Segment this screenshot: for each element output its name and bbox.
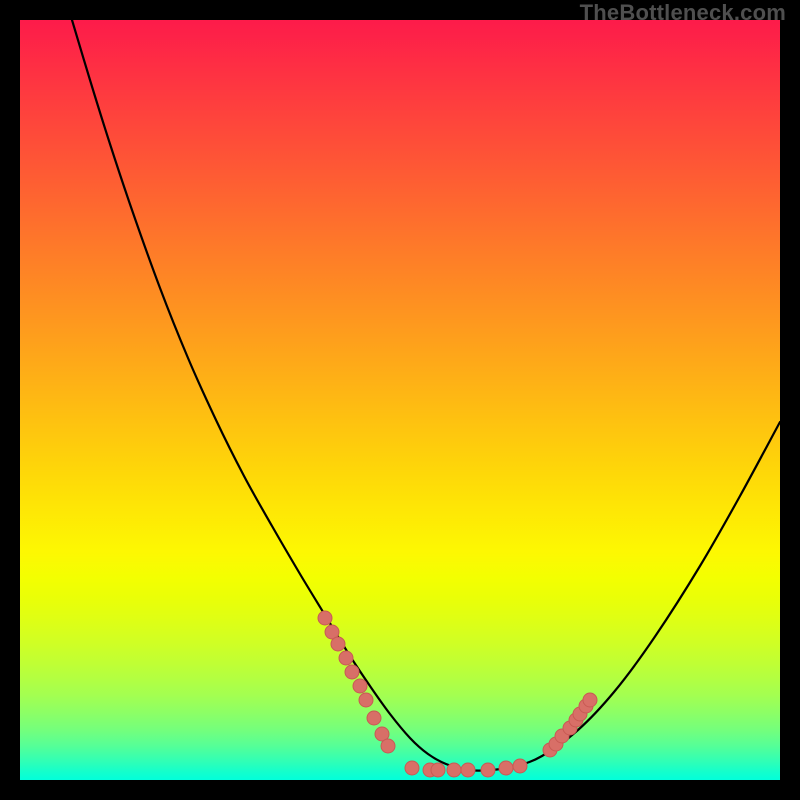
data-point (318, 611, 332, 625)
data-point (447, 763, 461, 777)
plot-area (20, 20, 780, 780)
data-point (431, 763, 445, 777)
data-point (481, 763, 495, 777)
data-point (499, 761, 513, 775)
data-point (339, 651, 353, 665)
curve-layer (20, 20, 780, 780)
data-point (583, 693, 597, 707)
data-point (353, 679, 367, 693)
data-point (381, 739, 395, 753)
data-point (331, 637, 345, 651)
watermark-text: TheBottleneck.com (580, 0, 786, 26)
data-point (461, 763, 475, 777)
data-point (359, 693, 373, 707)
curve-markers (318, 611, 597, 777)
bottleneck-curve (72, 20, 780, 771)
data-point (513, 759, 527, 773)
chart-frame: TheBottleneck.com (0, 0, 800, 800)
data-point (405, 761, 419, 775)
data-point (345, 665, 359, 679)
data-point (367, 711, 381, 725)
